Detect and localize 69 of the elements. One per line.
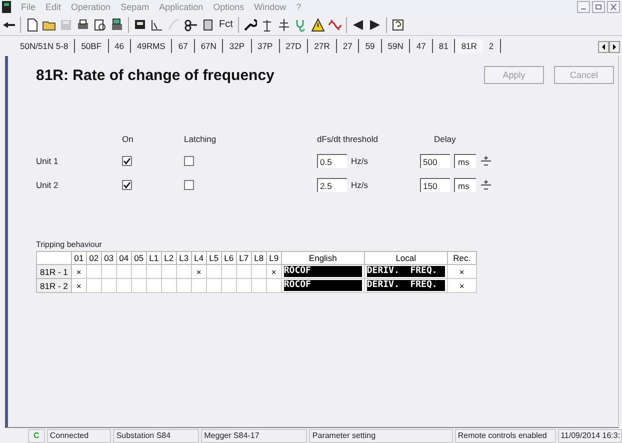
row-header: 81R - 1	[36, 264, 72, 278]
column-header: Delay	[433, 134, 456, 144]
threshold-field[interactable]: 0.5	[317, 154, 347, 168]
unit-label: Unit 2	[36, 180, 60, 190]
function-button[interactable]: Fct	[218, 19, 234, 30]
column-header: Rec.	[447, 252, 476, 264]
matrix-cell[interactable]: ×	[191, 264, 206, 278]
display-text: ROCOF	[284, 280, 362, 291]
tab[interactable]: 32P	[223, 39, 252, 53]
column-header: Local	[364, 252, 448, 264]
column-header: L5	[206, 252, 222, 264]
tab[interactable]: 67	[172, 39, 195, 53]
unit-label: Unit 1	[36, 156, 60, 166]
status-field: Megger S84-17	[201, 428, 308, 442]
row-header: 81R - 2	[36, 278, 72, 292]
tab[interactable]: 37P	[252, 39, 280, 53]
tab[interactable]: 46	[108, 39, 131, 53]
unit-select[interactable]: ms	[454, 178, 476, 192]
tab[interactable]: 47	[410, 39, 433, 53]
tab[interactable]: 27R	[308, 39, 337, 53]
tab[interactable]: 27	[336, 39, 360, 53]
matrix-cell[interactable]: ×	[447, 278, 476, 292]
status-field: 11/09/2014 16:3:	[558, 428, 622, 442]
tab[interactable]: 67N	[194, 39, 224, 53]
matrix-cell[interactable]: ×	[71, 264, 86, 278]
column-header: L1	[146, 252, 162, 264]
unit-text: Hz/s	[351, 156, 368, 166]
matrix-cell[interactable]: ×	[447, 264, 476, 278]
column-header: L4	[191, 252, 206, 264]
tab[interactable]: 50N/51N 5-8	[14, 39, 76, 53]
column-header: English	[281, 252, 364, 264]
tab[interactable]: 27D	[280, 39, 308, 53]
status-field: Remote controls enabled	[454, 428, 556, 442]
column-header: L3	[176, 252, 192, 264]
status-field: Parameter setting	[309, 428, 453, 442]
page-title: 81R: Rate of change of frequency	[36, 66, 276, 84]
column-header: 04	[116, 252, 132, 264]
delay-field[interactable]: 500	[420, 154, 450, 168]
status-field: Substation S84	[113, 428, 200, 442]
column-header: L7	[236, 252, 252, 264]
tab[interactable]: 81R	[455, 39, 483, 53]
connection-icon: C	[28, 428, 45, 442]
column-header: 05	[131, 252, 146, 264]
column-header: 01	[71, 252, 86, 264]
status-field: Connected	[46, 428, 112, 442]
tab[interactable]: 59N	[382, 39, 410, 53]
display-text: DERIV. FREQ.	[366, 280, 445, 291]
column-header: L2	[161, 252, 176, 264]
display-text: DERIV. FREQ.	[366, 266, 445, 277]
column-header: Latching	[184, 134, 216, 144]
column-header: 03	[101, 252, 116, 264]
column-header: L9	[266, 252, 282, 264]
display-text: ROCOF	[284, 266, 362, 277]
unit-text: Hz/s	[351, 180, 368, 190]
section-label: Tripping behaviour	[36, 240, 103, 249]
unit-select[interactable]: ms	[454, 154, 476, 168]
column-header: dFs/dt threshold	[317, 134, 378, 144]
tab[interactable]: 2	[482, 39, 501, 53]
column-header: L8	[251, 252, 266, 264]
threshold-field[interactable]: 2.5	[317, 178, 347, 192]
column-header: On	[122, 134, 134, 144]
delay-field[interactable]: 150	[420, 178, 450, 192]
matrix-cell[interactable]: ×	[266, 264, 282, 278]
tab[interactable]: 59	[359, 39, 382, 53]
column-header: L6	[221, 252, 236, 264]
matrix-cell[interactable]: ×	[71, 278, 86, 292]
tab[interactable]: 49RMS	[131, 39, 172, 53]
column-header: 02	[86, 252, 102, 264]
tab[interactable]: 50BF	[75, 39, 109, 53]
